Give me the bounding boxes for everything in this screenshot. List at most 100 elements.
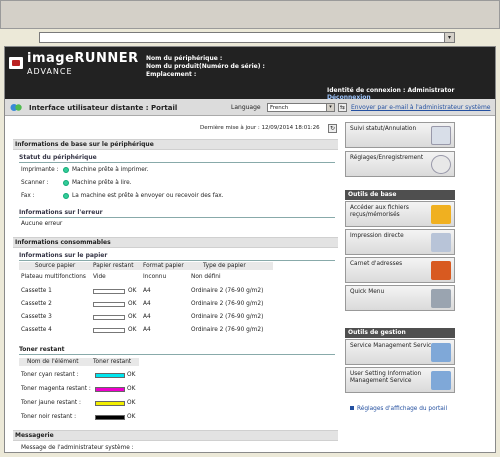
bullet-icon <box>350 406 354 410</box>
language-label: Language <box>231 104 261 111</box>
language-select[interactable]: French ▾ <box>267 103 335 112</box>
language-value: French <box>270 105 289 111</box>
language-apply-icon[interactable]: ⇆ <box>338 103 347 112</box>
paper-remaining: OK <box>128 288 137 294</box>
location-label: Emplacement : <box>146 71 197 78</box>
settings-button[interactable]: Réglages/Enregistrement <box>345 151 455 177</box>
column-header: Toner restant <box>93 359 132 365</box>
address-book-icon <box>431 261 451 280</box>
browser-title-bar <box>0 0 500 29</box>
stored-files-button[interactable]: Accéder aux fichiers reçus/mémorisés <box>345 201 455 227</box>
product-name-label: Nom du produit(Numéro de série) : <box>146 63 265 70</box>
canon-logo-icon <box>9 57 23 69</box>
brand-subtitle: ADVANCE <box>27 67 73 76</box>
paper-format: A4 <box>143 314 151 320</box>
status-ok-icon <box>63 193 69 199</box>
button-label: Carnet d'adresses <box>350 261 403 267</box>
button-label: Suivi statut/Annulation <box>350 126 417 132</box>
toner-name: Toner noir restant : <box>21 414 77 420</box>
scanner-label: Scanner : <box>21 180 49 186</box>
paper-format: A4 <box>143 301 151 307</box>
direct-print-button[interactable]: Impression directe <box>345 229 455 255</box>
toner-name: Toner cyan restant : <box>21 372 79 378</box>
status-ok-icon <box>63 180 69 186</box>
paper-source: Cassette 1 <box>21 288 52 294</box>
paper-info-heading: Informations sur le papier <box>19 252 335 261</box>
paper-source: Plateau multifonctions <box>21 274 86 280</box>
paper-remaining: OK <box>128 327 137 333</box>
column-header: Nom de l'élément <box>27 359 79 365</box>
paper-type: Ordinaire 2 (76-90 g/m2) <box>191 301 264 307</box>
button-label: Quick Menu <box>350 289 385 295</box>
login-label: Identité de connexion : Administrator <box>327 87 455 94</box>
basic-tools-heading: Outils de base <box>345 190 455 200</box>
toner-name: Toner jaune restant : <box>21 400 81 406</box>
chevron-down-icon[interactable]: ▾ <box>326 104 334 111</box>
fax-status: La machine est prête à envoyer ou recevo… <box>72 193 224 199</box>
service-management-button[interactable]: Service Management Service <box>345 339 455 365</box>
user-setting-button[interactable]: User Setting Information Management Serv… <box>345 367 455 393</box>
paper-level-bar <box>93 315 125 320</box>
paper-source: Cassette 4 <box>21 327 52 333</box>
paper-level-bar <box>93 289 125 294</box>
fax-label: Fax : <box>21 193 35 199</box>
status-ok-icon <box>63 167 69 173</box>
chevron-down-icon[interactable]: ▾ <box>444 33 454 42</box>
toner-status: OK <box>127 400 136 406</box>
paper-remaining: Vide <box>93 274 106 280</box>
messaging-heading: Messagerie <box>13 430 338 441</box>
toner-heading: Toner restant <box>19 346 335 355</box>
paper-format: A4 <box>143 288 151 294</box>
main-content: Informations de base sur le périphérique… <box>13 122 338 452</box>
paper-remaining: OK <box>128 314 137 320</box>
toner-status: OK <box>127 372 136 378</box>
button-label: User Setting Information Management Serv… <box>350 371 422 384</box>
paper-remaining: OK <box>128 301 137 307</box>
button-label: Accéder aux fichiers reçus/mémorisés <box>350 205 409 218</box>
device-status-heading: Statut du périphérique <box>19 154 335 163</box>
button-label: Impression directe <box>350 233 404 239</box>
button-label: Réglages/Enregistrement <box>350 155 424 161</box>
column-header: Source papier <box>35 263 76 269</box>
paper-type: Ordinaire 2 (76-90 g/m2) <box>191 314 264 320</box>
portal-display-settings-link[interactable]: Réglages d'affichage du portail <box>357 406 447 412</box>
monitor-icon <box>431 343 451 362</box>
portal-display-settings: Réglages d'affichage du portail <box>350 405 447 412</box>
toner-status: OK <box>127 414 136 420</box>
toner-status: OK <box>127 386 136 392</box>
paper-level-bar <box>93 302 125 307</box>
quick-menu-button[interactable]: Quick Menu <box>345 285 455 311</box>
gear-icon <box>431 155 451 174</box>
brand-name: imageRUNNER <box>27 51 139 66</box>
column-header: Format papier <box>143 263 184 269</box>
toner-level-bar <box>95 401 125 406</box>
paper-format: Inconnu <box>143 274 167 280</box>
button-label: Service Management Service <box>350 343 435 349</box>
portal-icon <box>10 104 22 111</box>
printer-status: Machine prête à imprimer. <box>72 167 149 173</box>
address-bar[interactable]: ▾ <box>39 32 455 43</box>
monitor-icon <box>431 126 451 145</box>
address-book-button[interactable]: Carnet d'adresses <box>345 257 455 283</box>
error-info-heading: Informations sur l'erreur <box>19 209 335 218</box>
toner-level-bar <box>95 387 125 392</box>
portal-bar: Interface utilisateur distante : Portail… <box>5 99 495 116</box>
device-info-heading: Informations de base sur le périphérique <box>13 139 338 150</box>
portal-page: imageRUNNER ADVANCE Nom du périphérique … <box>4 46 496 453</box>
status-monitor-button[interactable]: Suivi statut/Annulation <box>345 122 455 148</box>
header-banner: imageRUNNER ADVANCE Nom du périphérique … <box>5 47 495 101</box>
admin-tools-heading: Outils de gestion <box>345 328 455 338</box>
paper-type: Non défini <box>191 274 221 280</box>
folder-icon <box>431 205 451 224</box>
monitor-icon <box>431 371 451 390</box>
printer-icon <box>431 233 451 252</box>
admin-message-label: Message de l'administrateur système : <box>21 445 134 451</box>
portal-title: Interface utilisateur distante : Portail <box>29 104 178 112</box>
column-header: Type de papier <box>203 263 246 269</box>
paper-format: A4 <box>143 327 151 333</box>
toner-name: Toner magenta restant : <box>21 386 91 392</box>
email-admin-link[interactable]: Envoyer par e-mail à l'administrateur sy… <box>351 104 491 111</box>
paper-type: Ordinaire 2 (76-90 g/m2) <box>191 288 264 294</box>
paper-level-bar <box>93 328 125 333</box>
user-icon <box>431 289 451 308</box>
